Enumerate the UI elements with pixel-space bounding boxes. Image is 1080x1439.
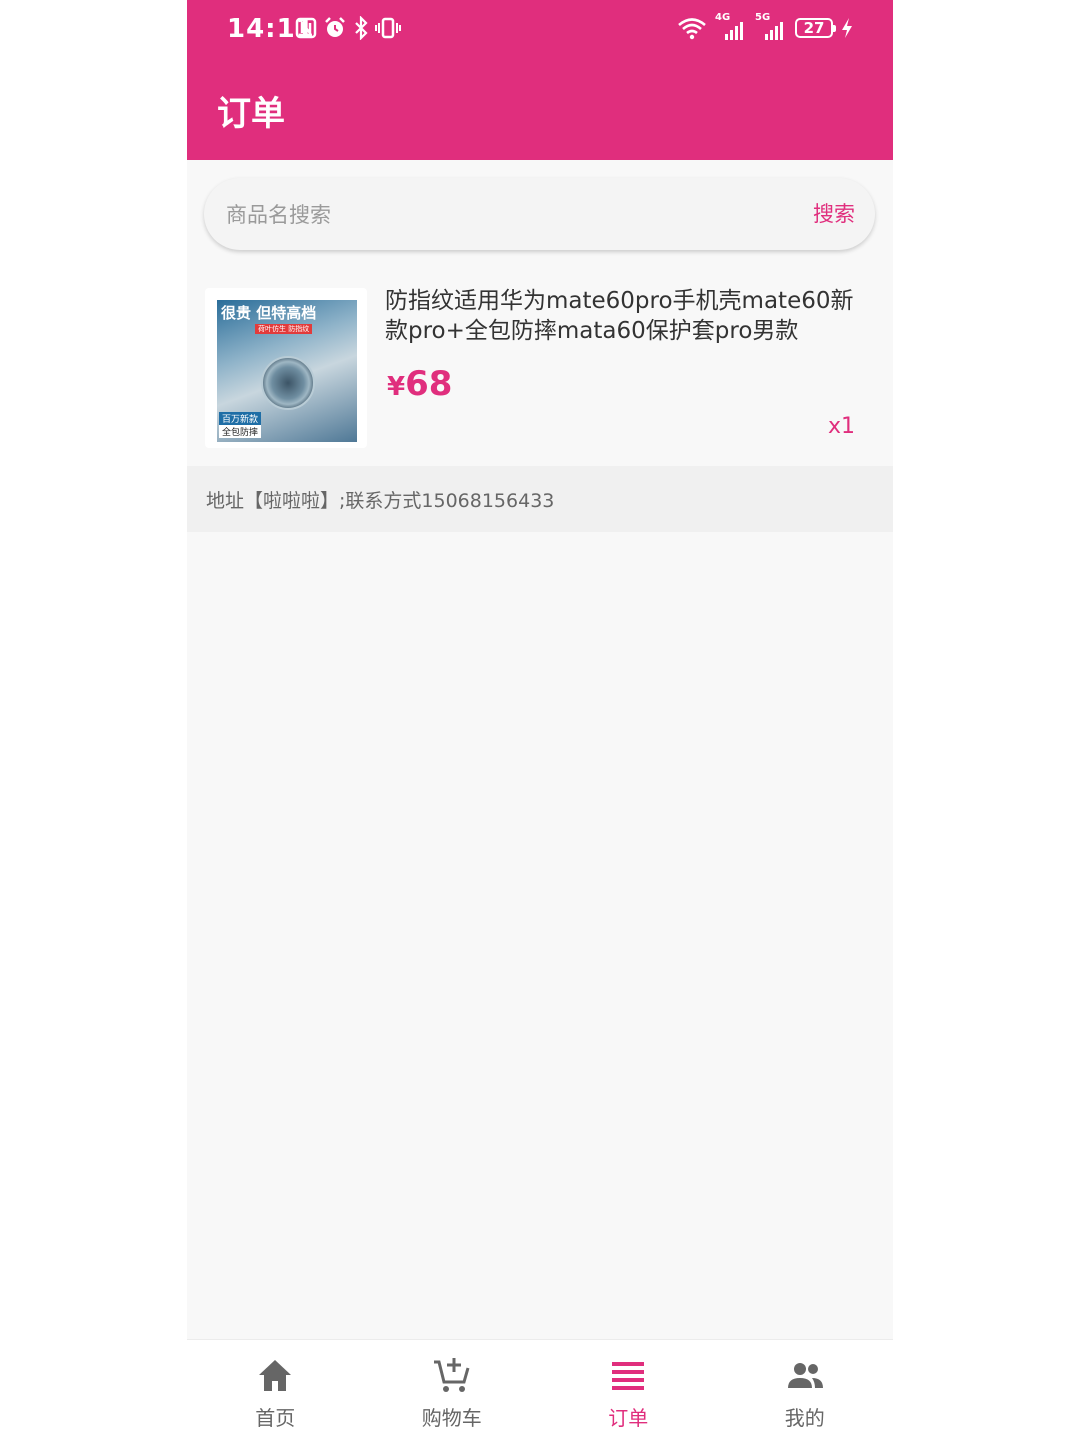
nav-item-profile[interactable]: 我的 — [717, 1340, 894, 1439]
thumbnail-headline: 很贵 但特高档 — [221, 304, 317, 322]
status-right-icons: 4G 5G 27 — [677, 12, 853, 42]
product-thumbnail[interactable]: 很贵 但特高档 荷叶仿生 防指纹 百万新款 全包防摔 — [205, 288, 367, 448]
wifi-icon — [678, 18, 706, 40]
thumbnail-badge-2: 全包防摔 — [219, 425, 262, 438]
vibrate-icon — [375, 17, 401, 39]
battery-icon: 27 — [795, 18, 836, 38]
nav-item-home[interactable]: 首页 — [187, 1340, 364, 1439]
nav-label-home: 首页 — [255, 1406, 296, 1430]
product-title: 防指纹适用华为mate60pro手机壳mate60新款pro+全包防摔mata6… — [385, 288, 854, 344]
search-input[interactable] — [224, 194, 788, 236]
currency-symbol: ¥ — [387, 372, 406, 402]
bluetooth-icon — [355, 16, 368, 40]
nav-label-orders: 订单 — [608, 1406, 649, 1430]
battery-level: 27 — [803, 19, 825, 37]
search-bar: 搜索 — [204, 178, 875, 250]
cellular-signal-icon-2: 5G — [755, 12, 787, 42]
nav-item-cart[interactable]: 购物车 — [364, 1340, 541, 1439]
search-button[interactable]: 搜索 — [813, 198, 855, 228]
product-price: ¥68 — [387, 364, 452, 404]
nav-label-profile: 我的 — [784, 1406, 825, 1430]
thumbnail-subline: 荷叶仿生 防指纹 — [255, 324, 313, 334]
page-title: 订单 — [217, 94, 285, 134]
alarm-icon — [325, 17, 345, 37]
product-image: 很贵 但特高档 荷叶仿生 防指纹 百万新款 全包防摔 — [217, 300, 357, 442]
app-screen: 14:11 4G 5G 27 订单 商品名搜索 搜索 很贵 但特高档 荷叶仿生 … — [187, 0, 893, 1439]
status-left-icons — [295, 16, 401, 40]
people-icon — [787, 1363, 823, 1388]
home-icon — [259, 1360, 292, 1391]
cellular-signal-icon-1: 4G — [715, 12, 747, 42]
charging-icon — [842, 18, 852, 38]
nav-label-cart: 购物车 — [421, 1406, 482, 1430]
nav-item-orders[interactable]: 订单 — [540, 1340, 717, 1439]
address-bar: 地址【啦啦啦】;联系方式15068156433 — [187, 466, 893, 532]
bottom-nav: 首页 购物车 订单 我的 — [187, 1339, 893, 1439]
address-text: 地址【啦啦啦】;联系方式15068156433 — [206, 490, 555, 512]
thumbnail-badge-1: 百万新款 — [219, 412, 262, 425]
status-bar: 14:11 4G 5G 27 — [187, 0, 893, 60]
app-header: 14:11 4G 5G 27 订单 — [187, 0, 893, 160]
camera-module-graphic — [261, 356, 315, 410]
list-icon — [612, 1362, 645, 1390]
quantity-label: x1 — [827, 414, 855, 439]
nfc-icon — [295, 17, 317, 39]
order-item[interactable]: 很贵 但特高档 荷叶仿生 防指纹 百万新款 全包防摔 防指纹适用华为mate60… — [187, 272, 893, 466]
price-value: 68 — [405, 364, 453, 404]
cart-add-icon — [433, 1358, 470, 1392]
